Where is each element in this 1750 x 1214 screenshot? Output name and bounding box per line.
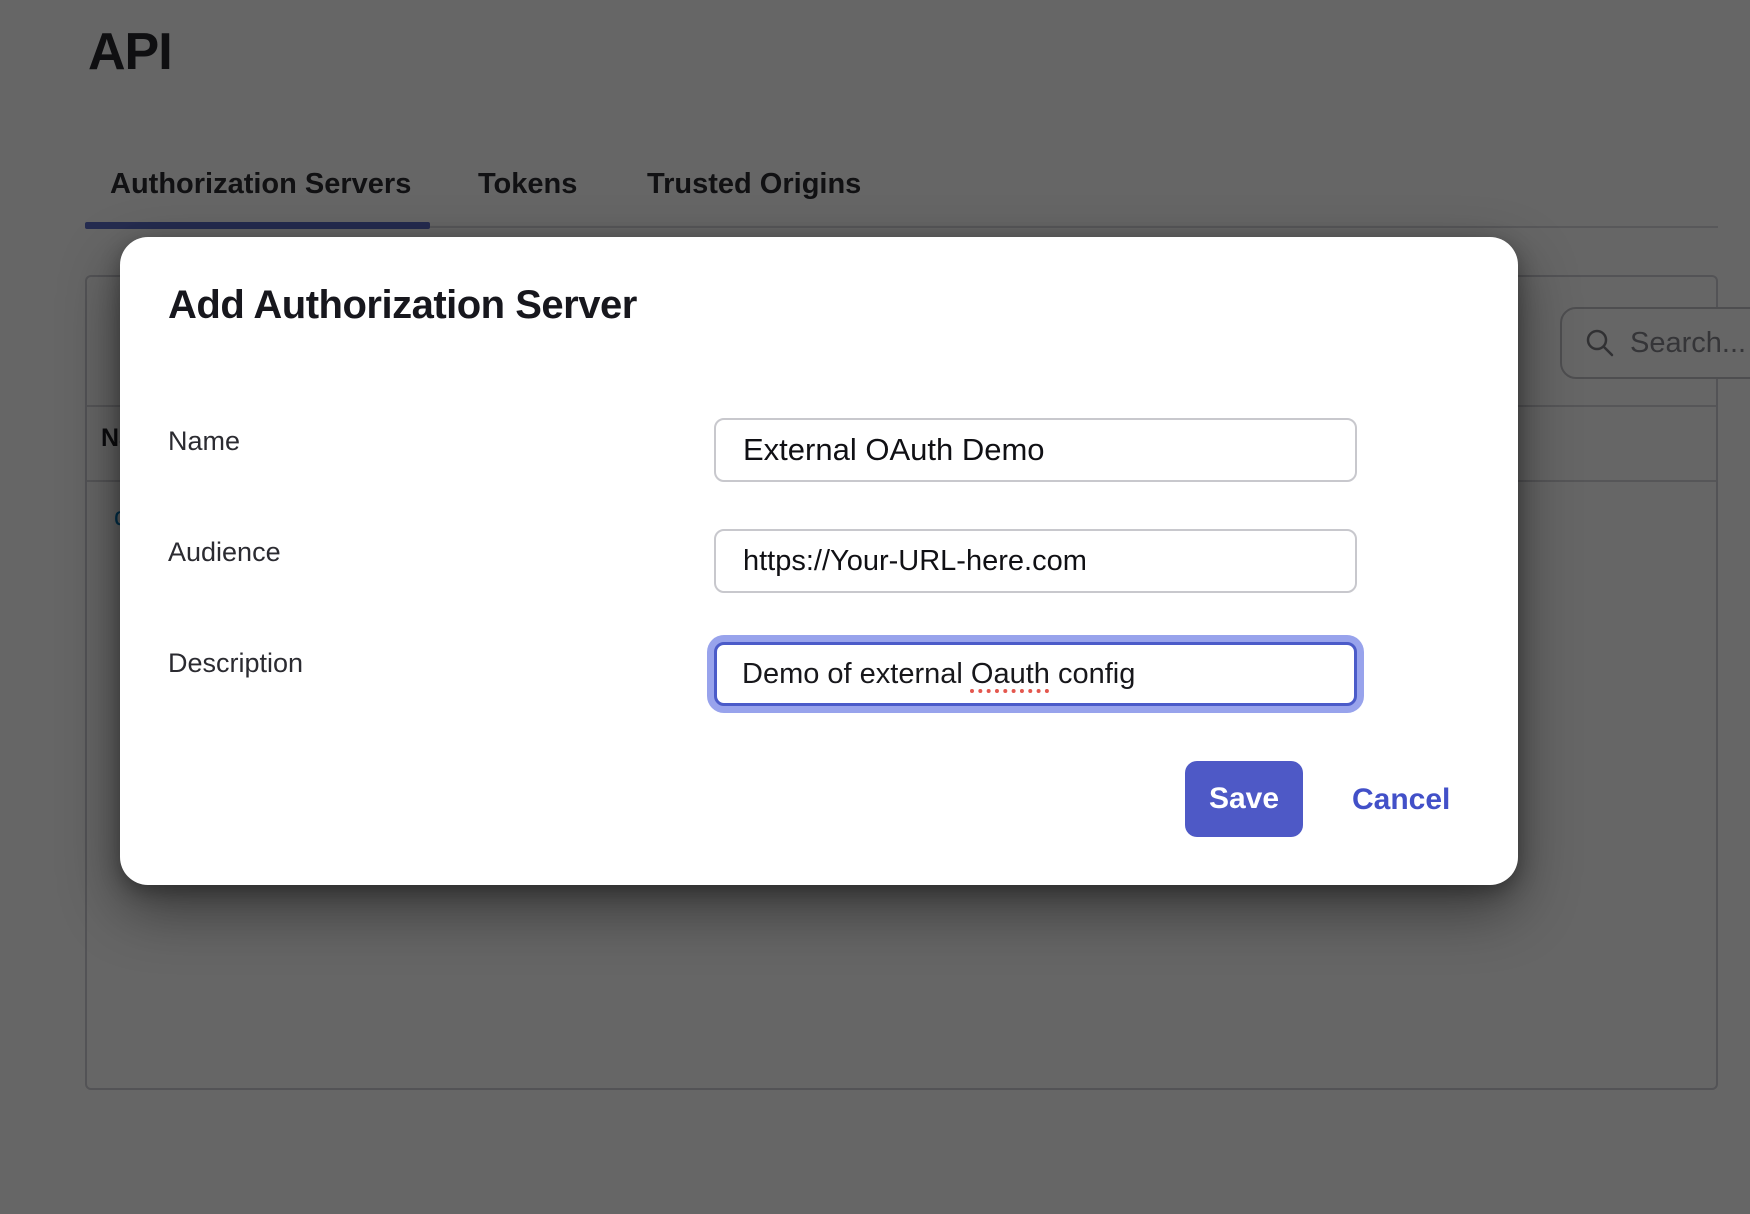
description-text-suffix: config	[1050, 658, 1135, 691]
description-text-misspelled: Oauth	[971, 658, 1050, 691]
modal-title: Add Authorization Server	[168, 283, 637, 328]
audience-field[interactable]	[714, 529, 1357, 593]
add-authorization-server-modal: Add Authorization Server Name Audience D…	[120, 237, 1518, 885]
name-field[interactable]	[714, 418, 1357, 482]
audience-label: Audience	[168, 537, 281, 568]
description-field[interactable]: Demo of external Oauth config	[714, 642, 1357, 706]
description-label: Description	[168, 648, 303, 679]
name-label: Name	[168, 426, 240, 457]
description-text-prefix: Demo of external	[742, 658, 971, 691]
cancel-button[interactable]: Cancel	[1352, 783, 1450, 817]
save-button[interactable]: Save	[1185, 761, 1303, 837]
